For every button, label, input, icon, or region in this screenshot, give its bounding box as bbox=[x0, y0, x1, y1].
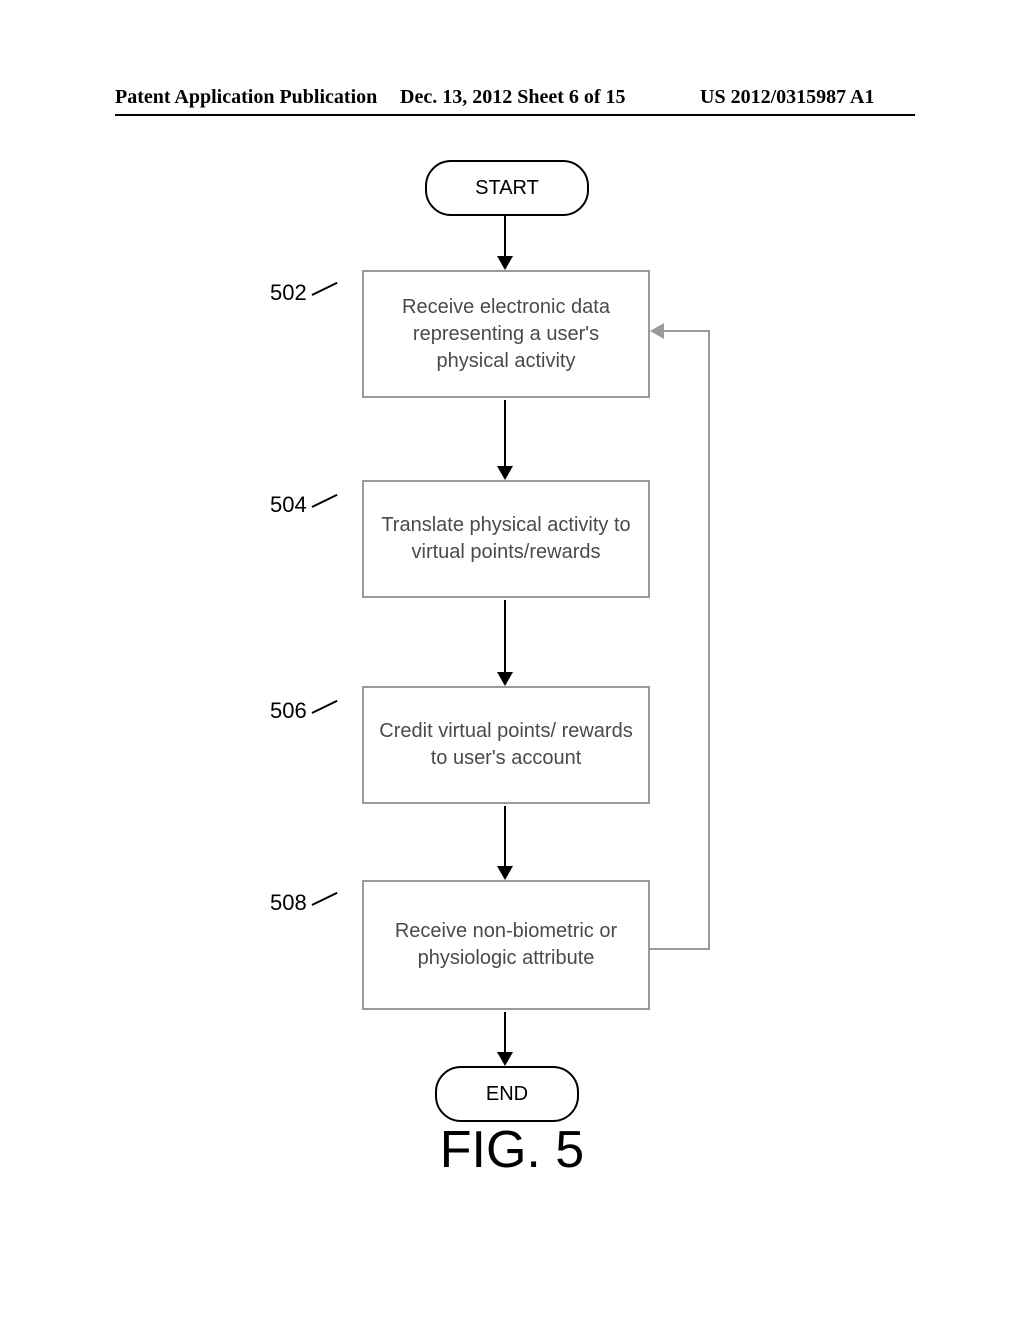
ref-506: 506 bbox=[270, 698, 307, 724]
connector bbox=[504, 806, 506, 868]
header-rule bbox=[115, 114, 915, 116]
terminal-end: END bbox=[435, 1066, 579, 1122]
loop-connector bbox=[708, 330, 710, 950]
step-504-text: Translate physical activity to virtual p… bbox=[376, 512, 636, 566]
terminal-start: START bbox=[425, 160, 589, 216]
connector bbox=[504, 600, 506, 674]
ref-502: 502 bbox=[270, 280, 307, 306]
arrowhead-down-icon bbox=[497, 866, 513, 880]
figure-label: FIG. 5 bbox=[0, 1120, 1024, 1180]
header-right: US 2012/0315987 A1 bbox=[700, 86, 874, 109]
ref-504: 504 bbox=[270, 492, 307, 518]
step-508-text: Receive non-biometric or physiologic att… bbox=[376, 918, 636, 972]
connector bbox=[504, 400, 506, 468]
step-502-text: Receive electronic data representing a u… bbox=[376, 294, 636, 375]
arrowhead-down-icon bbox=[497, 256, 513, 270]
arrowhead-down-icon bbox=[497, 466, 513, 480]
connector bbox=[504, 1012, 506, 1054]
leader-line bbox=[312, 892, 338, 906]
loop-connector bbox=[664, 330, 710, 332]
arrowhead-down-icon bbox=[497, 672, 513, 686]
header-left: Patent Application Publication bbox=[115, 86, 377, 109]
leader-line bbox=[312, 700, 338, 714]
ref-508: 508 bbox=[270, 890, 307, 916]
arrowhead-left-icon bbox=[650, 323, 664, 339]
step-506: Credit virtual points/ rewards to user's… bbox=[362, 686, 650, 804]
step-504: Translate physical activity to virtual p… bbox=[362, 480, 650, 598]
flowchart: START Receive electronic data representi… bbox=[260, 160, 820, 1160]
leader-line bbox=[312, 282, 338, 296]
step-508: Receive non-biometric or physiologic att… bbox=[362, 880, 650, 1010]
connector bbox=[504, 214, 506, 258]
step-502: Receive electronic data representing a u… bbox=[362, 270, 650, 398]
leader-line bbox=[312, 494, 338, 508]
header-mid: Dec. 13, 2012 Sheet 6 of 15 bbox=[400, 86, 626, 109]
step-506-text: Credit virtual points/ rewards to user's… bbox=[376, 718, 636, 772]
arrowhead-down-icon bbox=[497, 1052, 513, 1066]
loop-connector bbox=[650, 948, 710, 950]
